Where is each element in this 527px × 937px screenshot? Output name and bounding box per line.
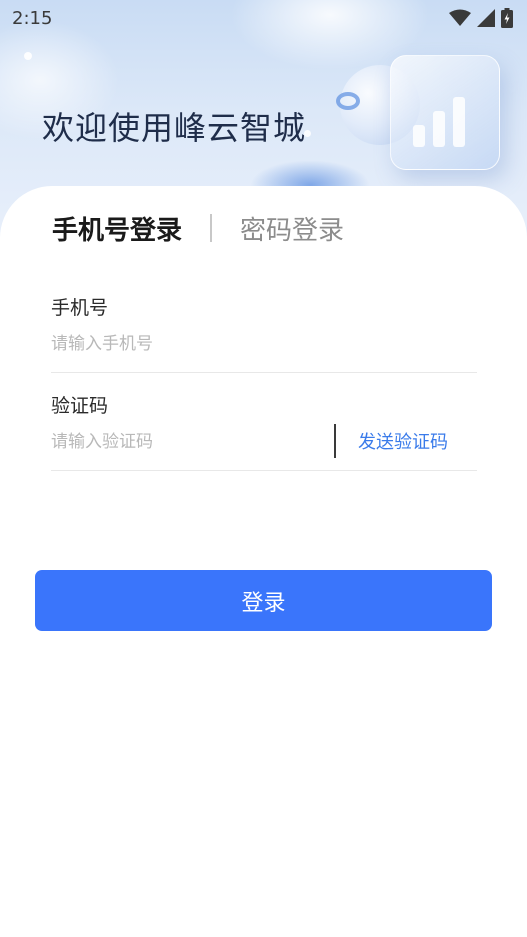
code-input[interactable] <box>51 430 321 454</box>
bar-chart-illustration-icon <box>390 55 500 170</box>
tab-phone-login[interactable]: 手机号登录 <box>52 210 182 247</box>
cellular-signal-icon <box>477 9 495 27</box>
code-divider <box>334 424 336 458</box>
login-button[interactable]: 登录 <box>35 570 492 631</box>
decorative-ring <box>336 92 360 110</box>
battery-charging-icon <box>501 8 513 28</box>
login-screen: 2:15 欢迎使用峰云智城 手机号登录 密码登录 手机号 验证码 发送验证码 登… <box>0 0 527 937</box>
wifi-icon <box>449 9 471 26</box>
send-code-button[interactable]: 发送验证码 <box>358 428 448 454</box>
tab-password-login[interactable]: 密码登录 <box>240 210 344 247</box>
phone-label: 手机号 <box>51 297 109 319</box>
status-icons <box>449 7 513 29</box>
login-tabs: 手机号登录 密码登录 <box>52 208 344 248</box>
tab-divider <box>210 214 213 242</box>
welcome-title: 欢迎使用峰云智城 <box>42 109 307 147</box>
phone-input[interactable] <box>51 332 477 356</box>
phone-underline <box>51 372 477 373</box>
code-label: 验证码 <box>51 395 109 417</box>
decorative-dot <box>24 52 32 60</box>
status-bar: 2:15 <box>0 0 527 36</box>
code-underline <box>51 470 477 471</box>
status-time: 2:15 <box>12 8 53 29</box>
